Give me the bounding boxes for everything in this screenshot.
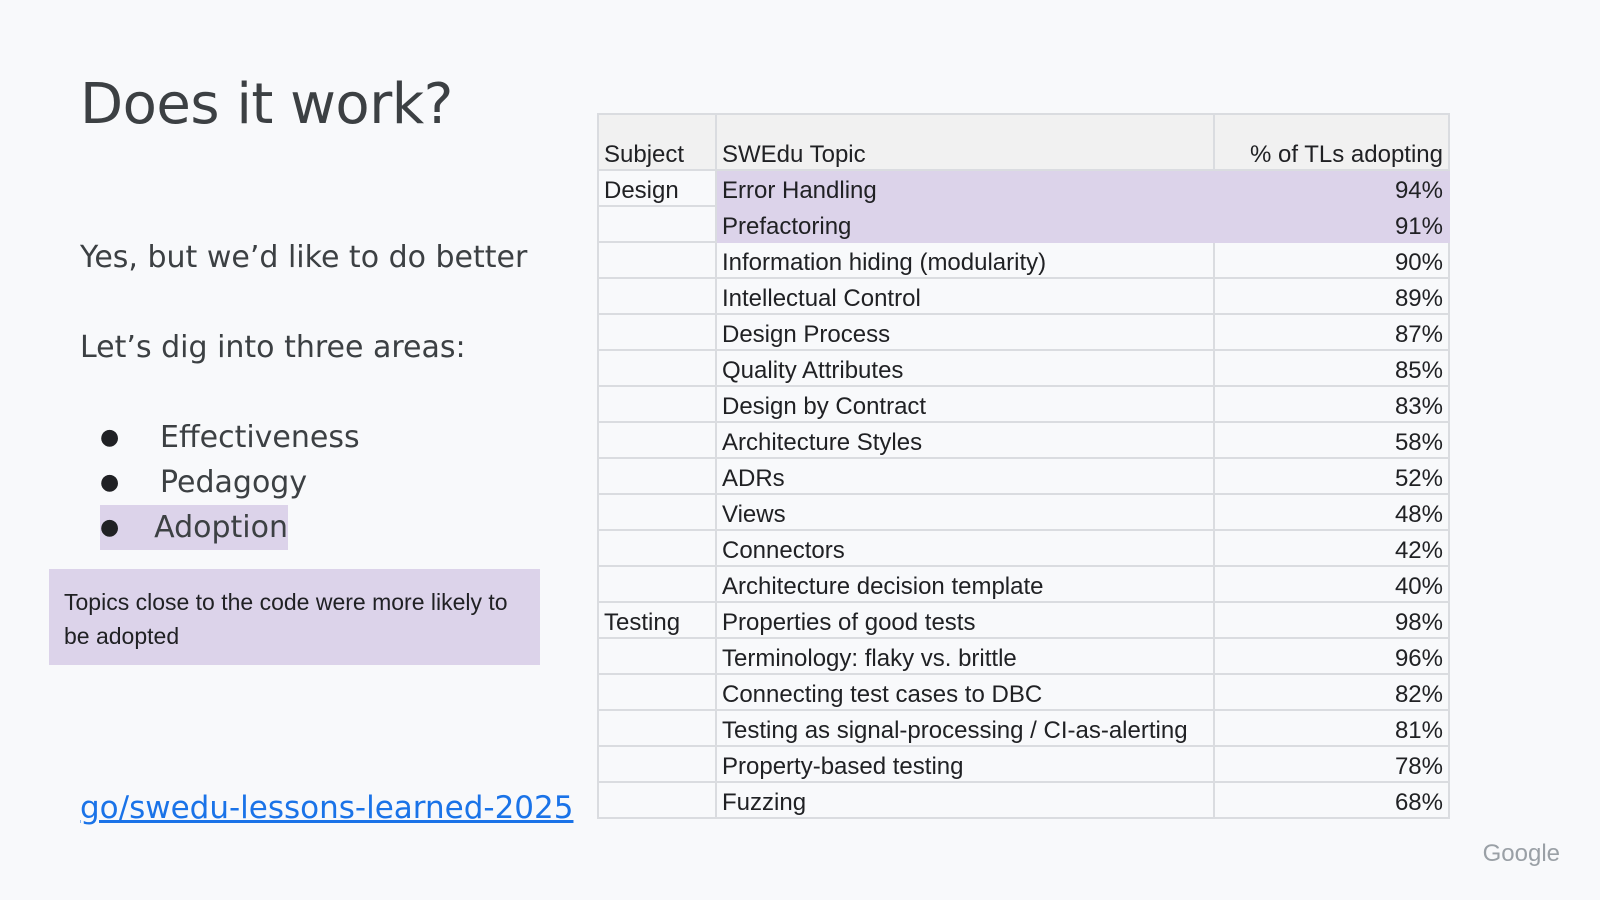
bullet-label: Adoption xyxy=(154,510,288,545)
bullet-dot-icon: ● xyxy=(100,515,120,540)
slide-title: Does it work? xyxy=(80,72,453,137)
percent-cell: 82% xyxy=(1213,673,1450,711)
table-row: Design Error Handling 94% xyxy=(597,169,1450,207)
percent-cell: 94% xyxy=(1213,169,1450,207)
adoption-callout: Topics close to the code were more likel… xyxy=(49,569,540,665)
bullet-label: Pedagogy xyxy=(160,465,308,500)
topic-cell: Connecting test cases to DBC xyxy=(715,673,1215,711)
bullet-dot-icon: ● xyxy=(100,425,120,450)
table-row: Views 48% xyxy=(597,493,1450,531)
table-row: Testing Properties of good tests 98% xyxy=(597,601,1450,639)
percent-cell: 85% xyxy=(1213,349,1450,387)
table-row: Connectors 42% xyxy=(597,529,1450,567)
percent-cell: 90% xyxy=(1213,241,1450,279)
topic-cell: Design by Contract xyxy=(715,385,1215,423)
topic-cell: Terminology: flaky vs. brittle xyxy=(715,637,1215,675)
percent-cell: 40% xyxy=(1213,565,1450,603)
percent-cell: 83% xyxy=(1213,385,1450,423)
subject-cell xyxy=(597,457,717,495)
table-row: Terminology: flaky vs. brittle 96% xyxy=(597,637,1450,675)
percent-cell: 89% xyxy=(1213,277,1450,315)
topic-cell: Error Handling xyxy=(715,169,1215,207)
percent-cell: 91% xyxy=(1213,205,1450,243)
subject-cell xyxy=(597,277,717,315)
table-row: Testing as signal-processing / CI-as-ale… xyxy=(597,709,1450,747)
percent-cell: 96% xyxy=(1213,637,1450,675)
bullet-label: Effectiveness xyxy=(160,420,360,455)
subject-cell xyxy=(597,205,717,243)
subject-cell: Design xyxy=(597,169,717,207)
topic-cell: Prefactoring xyxy=(715,205,1215,243)
bullet-adoption: ● Adoption xyxy=(100,505,288,550)
subject-cell xyxy=(597,709,717,747)
percent-cell: 42% xyxy=(1213,529,1450,567)
subject-cell xyxy=(597,565,717,603)
subject-cell xyxy=(597,385,717,423)
percent-cell: 98% xyxy=(1213,601,1450,639)
topic-cell: Connectors xyxy=(715,529,1215,567)
percent-cell: 87% xyxy=(1213,313,1450,351)
percent-cell: 52% xyxy=(1213,457,1450,495)
subject-cell: Testing xyxy=(597,601,717,639)
header-topic: SWEdu Topic xyxy=(715,113,1215,171)
adoption-table: Subject SWEdu Topic % of TLs adopting De… xyxy=(597,113,1450,819)
table-row: Design by Contract 83% xyxy=(597,385,1450,423)
table-row: Information hiding (modularity) 90% xyxy=(597,241,1450,279)
table-row: ADRs 52% xyxy=(597,457,1450,495)
topic-cell: Architecture decision template xyxy=(715,565,1215,603)
table-row: Quality Attributes 85% xyxy=(597,349,1450,387)
topic-cell: Views xyxy=(715,493,1215,531)
topic-cell: Information hiding (modularity) xyxy=(715,241,1215,279)
table-row: Fuzzing 68% xyxy=(597,781,1450,819)
google-logo: Google xyxy=(1482,840,1560,867)
table-row: Intellectual Control 89% xyxy=(597,277,1450,315)
table-row: Design Process 87% xyxy=(597,313,1450,351)
bullet-dot-icon: ● xyxy=(100,470,120,495)
percent-cell: 78% xyxy=(1213,745,1450,783)
bullet-pedagogy: ● Pedagogy xyxy=(100,460,360,505)
subject-cell xyxy=(597,493,717,531)
slide-subtitle: Yes, but we’d like to do better xyxy=(80,240,528,275)
table-row: Architecture decision template 40% xyxy=(597,565,1450,603)
topic-cell: Properties of good tests xyxy=(715,601,1215,639)
topic-cell: Fuzzing xyxy=(715,781,1215,819)
subject-cell xyxy=(597,529,717,567)
percent-cell: 81% xyxy=(1213,709,1450,747)
subject-cell xyxy=(597,745,717,783)
topic-cell: Architecture Styles xyxy=(715,421,1215,459)
lessons-learned-link[interactable]: go/swedu-lessons-learned-2025 xyxy=(80,790,573,826)
topic-cell: Intellectual Control xyxy=(715,277,1215,315)
subject-cell xyxy=(597,637,717,675)
subject-cell xyxy=(597,241,717,279)
percent-cell: 48% xyxy=(1213,493,1450,531)
topic-cell: ADRs xyxy=(715,457,1215,495)
header-percent: % of TLs adopting xyxy=(1213,113,1450,171)
subject-cell xyxy=(597,781,717,819)
topic-cell: Quality Attributes xyxy=(715,349,1215,387)
percent-cell: 68% xyxy=(1213,781,1450,819)
topic-cell: Testing as signal-processing / CI-as-ale… xyxy=(715,709,1215,747)
topic-cell: Property-based testing xyxy=(715,745,1215,783)
table-row: Architecture Styles 58% xyxy=(597,421,1450,459)
topic-cell: Design Process xyxy=(715,313,1215,351)
percent-cell: 58% xyxy=(1213,421,1450,459)
table-row: Connecting test cases to DBC 82% xyxy=(597,673,1450,711)
subject-cell xyxy=(597,421,717,459)
table-header-row: Subject SWEdu Topic % of TLs adopting xyxy=(597,113,1450,171)
table-row: Prefactoring 91% xyxy=(597,205,1450,243)
table-row: Property-based testing 78% xyxy=(597,745,1450,783)
subject-cell xyxy=(597,349,717,387)
header-subject: Subject xyxy=(597,113,717,171)
bullet-effectiveness: ● Effectiveness xyxy=(100,415,360,460)
slide-lead-text: Let’s dig into three areas: xyxy=(80,330,466,365)
subject-cell xyxy=(597,673,717,711)
focus-areas-list: ● Effectiveness ● Pedagogy ● Adoption xyxy=(100,415,360,550)
subject-cell xyxy=(597,313,717,351)
